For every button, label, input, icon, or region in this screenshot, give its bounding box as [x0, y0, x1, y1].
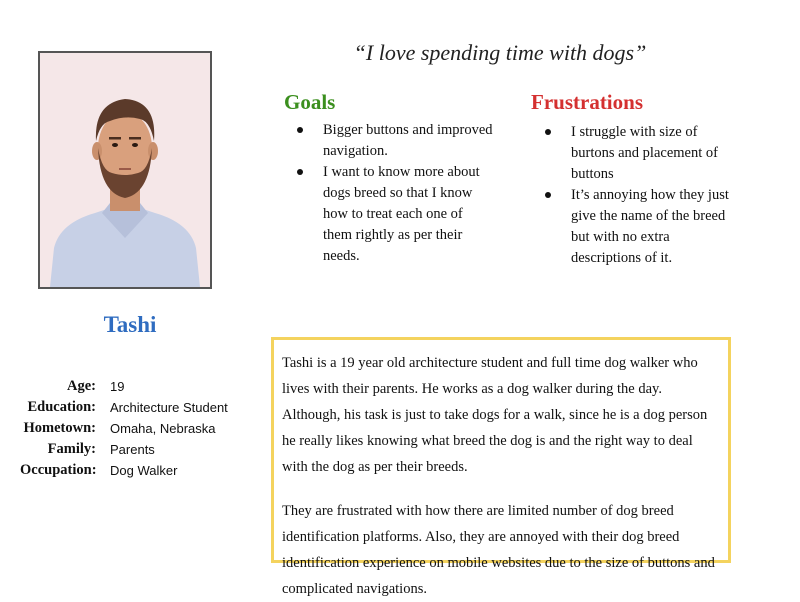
fact-label: Occupation: [20, 462, 97, 478]
goals-heading: Goals [284, 90, 336, 114]
fact-value: Omaha, Nebraska [110, 421, 216, 436]
fact-hometown: Hometown: Omaha, Nebraska [20, 418, 228, 439]
fact-label: Hometown: [23, 420, 97, 436]
frustration-text: I struggle with size of burtons and plac… [571, 124, 718, 182]
fact-label: Education: [27, 399, 97, 415]
persona-quote: “I love spending time with dogs” [353, 40, 647, 65]
man-avatar-icon [40, 53, 210, 287]
fact-occupation: Occupation: Dog Walker [20, 460, 228, 481]
list-item: I struggle with size of burtons and plac… [545, 122, 741, 185]
list-item: It’s annoying how they just give the nam… [545, 185, 741, 269]
persona-name: Tashi [103, 312, 157, 337]
fact-family: Family: Parents [20, 439, 228, 460]
fact-value: 19 [110, 379, 125, 394]
goal-text: I want to know more about dogs breed so … [323, 164, 480, 264]
bio-paragraph: They are frustrated with how there are l… [282, 503, 715, 597]
fact-value: Dog Walker [110, 463, 178, 478]
fact-label: Age: [67, 378, 96, 394]
persona-photo [38, 51, 212, 289]
list-item: Bigger buttons and improved navigation. [297, 120, 493, 162]
bio-box: Tashi is a 19 year old architecture stud… [271, 337, 731, 597]
bullet-icon [545, 129, 551, 135]
frustration-text: It’s annoying how they just give the nam… [571, 187, 729, 266]
goal-text: Bigger buttons and improved navigation. [323, 122, 493, 159]
frustrations-list: I struggle with size of burtons and plac… [545, 122, 741, 269]
fact-value: Architecture Student [110, 400, 228, 415]
fact-age: Age: 19 [20, 376, 228, 397]
fact-education: Education: Architecture Student [20, 397, 228, 418]
bullet-icon [297, 127, 303, 133]
list-item: I want to know more about dogs breed so … [297, 162, 493, 267]
persona-facts: Age: 19 Education: Architecture Student … [20, 376, 228, 481]
bullet-icon [545, 192, 551, 198]
bullet-icon [297, 169, 303, 175]
bio-paragraph: Tashi is a 19 year old architecture stud… [282, 355, 708, 475]
frustrations-heading: Frustrations [531, 90, 643, 114]
fact-value: Parents [110, 442, 155, 457]
goals-list: Bigger buttons and improved navigation. … [297, 120, 493, 267]
fact-label: Family: [47, 441, 96, 457]
